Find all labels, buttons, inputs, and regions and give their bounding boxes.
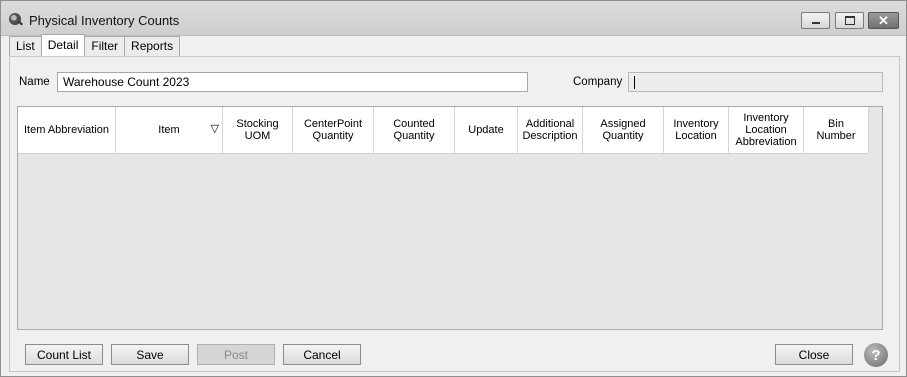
company-field[interactable] [628, 72, 883, 92]
tab-strip: List Detail Filter Reports [9, 34, 181, 56]
grid-header: Item Abbreviation Item ▽ Stocking UOM Cen… [18, 107, 869, 154]
tab-filter[interactable]: Filter [84, 36, 126, 56]
col-item-label: Item [158, 124, 180, 136]
col-centerpoint-quantity[interactable]: CenterPoint Quantity [293, 107, 374, 153]
close-button[interactable]: Close [775, 344, 853, 365]
name-label: Name [19, 76, 50, 88]
title-bar: Physical Inventory Counts ✕ [1, 1, 906, 36]
col-item-abbreviation[interactable]: Item Abbreviation [18, 107, 116, 153]
help-icon[interactable]: ? [864, 343, 888, 367]
col-inventory-location[interactable]: Inventory Location [664, 107, 729, 153]
col-stocking-uom[interactable]: Stocking UOM [223, 107, 293, 153]
maximize-icon [844, 16, 855, 25]
close-window-button[interactable]: ✕ [868, 12, 899, 29]
col-item[interactable]: Item ▽ [116, 107, 223, 153]
name-field[interactable]: Warehouse Count 2023 [57, 72, 528, 92]
col-assigned-quantity[interactable]: Assigned Quantity [583, 107, 664, 153]
tab-reports[interactable]: Reports [124, 36, 181, 56]
maximize-button[interactable] [835, 12, 864, 29]
physical-inventory-counts-window: Physical Inventory Counts ✕ List Detail … [0, 0, 907, 377]
tab-detail[interactable]: Detail [40, 34, 86, 56]
minimize-icon [811, 22, 820, 24]
app-magnifier-icon [9, 13, 21, 25]
filter-triangle-icon[interactable]: ▽ [211, 123, 219, 135]
count-items-grid[interactable]: Item Abbreviation Item ▽ Stocking UOM Cen… [17, 106, 883, 330]
col-counted-quantity[interactable]: Counted Quantity [374, 107, 455, 153]
cancel-button[interactable]: Cancel [283, 344, 361, 365]
minimize-button[interactable] [801, 12, 830, 29]
post-button[interactable]: Post [197, 344, 275, 365]
col-update[interactable]: Update [455, 107, 518, 153]
close-icon: ✕ [878, 13, 889, 28]
col-bin-number[interactable]: Bin Number [804, 107, 869, 153]
count-list-button[interactable]: Count List [25, 344, 103, 365]
save-button[interactable]: Save [111, 344, 189, 365]
tab-list[interactable]: List [9, 36, 42, 56]
text-caret [634, 76, 635, 89]
col-inventory-location-abbreviation[interactable]: Inventory Location Abbreviation [729, 107, 804, 153]
company-label: Company [573, 76, 623, 88]
window-title: Physical Inventory Counts [29, 13, 180, 28]
col-additional-description[interactable]: Additional Description [518, 107, 583, 153]
